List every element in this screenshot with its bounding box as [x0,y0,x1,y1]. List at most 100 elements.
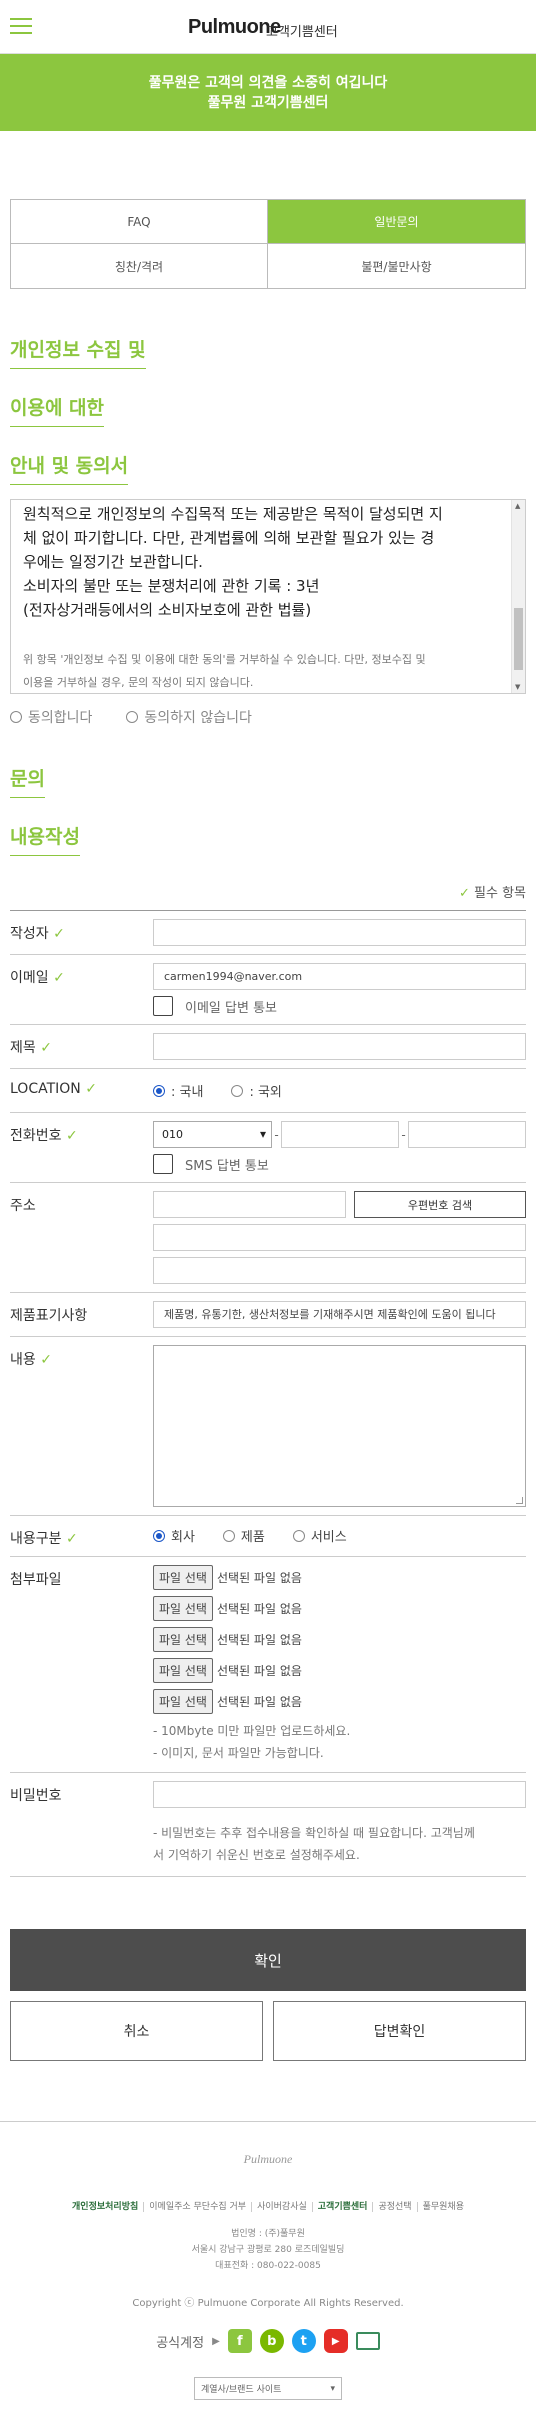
family-site-select[interactable]: 계열사/브랜드 사이트 ▾ [194,2377,342,2400]
terms-line: 소비자의 불만 또는 분쟁처리에 관한 기록 : 3년 [23,577,320,595]
address-detail-input[interactable] [153,1257,526,1284]
scroll-up-icon[interactable]: ▲ [515,502,520,510]
required-note: ✓ 필수 항목 [0,882,526,902]
category-company-option[interactable]: 회사 [153,1526,195,1545]
privacy-title-line3: 안내 및 동의서 [10,448,129,485]
privacy-terms-box[interactable]: 원칙적으로 개인정보의 수집목적 또는 제공받은 목적이 달성되면 지 체 없이… [10,499,526,694]
company-phone: 대표전화 : 080-022-0085 [215,2261,321,2271]
file-select-button[interactable]: 파일 선택 [153,1627,213,1652]
facebook-icon[interactable]: f [227,2329,252,2353]
address-input[interactable] [153,1224,526,1251]
cyber-audit-link[interactable]: 사이버감사실 [252,2202,313,2212]
family-site-label: 계열사/브랜드 사이트 [201,2385,282,2395]
file-select-button[interactable]: 파일 선택 [153,1689,213,1714]
file-select-button[interactable]: 파일 선택 [153,1658,213,1683]
phone-fields: 010 - - [153,1121,526,1148]
phone-prefix-select[interactable]: 010 [153,1121,272,1148]
disagree-option[interactable]: 동의하지 않습니다 [126,707,252,727]
zipcode-search-button[interactable]: 우편번호 검색 [354,1191,526,1218]
location-overseas-label: : 국외 [249,1085,282,1100]
privacy-title: 개인정보 수집 및 이용에 대한 안내 및 동의서 [10,325,536,499]
content-textarea[interactable] [153,1345,526,1507]
category-label-text: 내용구분 [10,1531,62,1547]
twitter-icon[interactable]: t [291,2329,316,2353]
category-company-radio[interactable] [153,1529,165,1542]
scroll-thumb[interactable] [514,608,523,670]
writer-input[interactable] [153,919,526,946]
file-status: 선택된 파일 없음 [216,1664,302,1678]
file-select-button[interactable]: 파일 선택 [153,1565,213,1590]
tab-general-inquiry[interactable]: 일반문의 [268,200,525,244]
email-refusal-link[interactable]: 이메일주소 무단수집 거부 [144,2202,253,2212]
row-phone: 전화번호 ✓ 010 - - SMS 답변 통보 [10,1113,526,1183]
confirm-button[interactable]: 확인 [10,1929,526,1991]
banner-line2: 풀무원 고객기쁨센터 [207,95,329,111]
agree-radio[interactable] [10,711,22,723]
email-reply-checkbox[interactable] [153,996,173,1016]
email-label: 이메일 ✓ [10,963,153,1016]
row-email: 이메일 ✓ carmen1994@naver.com 이메일 답변 통보 [10,955,526,1025]
check-icon: ✓ [53,970,65,986]
tab-complaint[interactable]: 불편/불만사항 [268,244,525,288]
subject-input[interactable] [153,1033,526,1060]
privacy-policy-link[interactable]: 개인정보처리방침 [67,2202,145,2212]
location-domestic-option[interactable]: : 국내 [153,1081,203,1100]
company-info: 법인명 : (주)풀무원 서울시 강남구 광평로 280 로즈데일빌딩 대표전화… [0,2226,536,2274]
scroll-down-icon[interactable]: ▼ [515,683,520,691]
phone-last-input[interactable] [408,1121,526,1148]
privacy-title-line2: 이용에 대한 [10,390,105,427]
location-options: : 국내 : 국외 [153,1077,526,1104]
category-product-option[interactable]: 제품 [222,1526,265,1545]
zipcode-input[interactable] [153,1191,346,1218]
disagree-radio[interactable] [126,711,139,723]
category-options: 회사 제품 서비스 [153,1524,526,1546]
customer-center-link[interactable]: 고객기쁨센터 [312,2202,374,2212]
terms-scrollbar[interactable]: ▲ ▼ [511,500,525,693]
terms-line: 원칙적으로 개인정보의 수집목적 또는 제공받은 목적이 달성되면 지 [23,505,443,523]
check-icon: ✓ [53,926,65,942]
blog-icon[interactable]: b [259,2329,284,2353]
agreement-options: 동의합니다 동의하지 않습니다 [10,706,536,728]
cancel-button[interactable]: 취소 [10,2001,263,2061]
hamburger-menu-icon[interactable] [10,18,32,34]
phone-middle-input[interactable] [281,1121,399,1148]
tab-praise[interactable]: 칭찬/격려 [11,244,268,288]
product-input[interactable]: 제품명, 유통기한, 생산처정보를 기재해주시면 제품확인에 도움이 됩니다 [153,1301,526,1328]
recruit-link[interactable]: 풀무원채용 [418,2202,469,2212]
banner: 풀무원은 고객의 의견을 소중히 여깁니다 풀무원 고객기쁨센터 [0,54,536,131]
writer-label-text: 작성자 [10,926,49,942]
row-attachment: 첨부파일 파일 선택 선택된 파일 없음 파일 선택 선택된 파일 없음 파일 선택… [10,1557,526,1773]
sms-reply-option[interactable]: SMS 답변 통보 [153,1154,526,1174]
inquiry-form: 작성자 ✓ 이메일 ✓ carmen1994@naver.com 이메일 답변 … [10,910,526,1877]
footer-logo: Pulmuone [243,2152,293,2166]
file-upload: 파일 선택 선택된 파일 없음 [153,1627,526,1652]
email-reply-option[interactable]: 이메일 답변 통보 [153,996,526,1016]
file-upload: 파일 선택 선택된 파일 없음 [153,1596,526,1621]
file-status: 선택된 파일 없음 [216,1602,302,1616]
check-reply-button[interactable]: 답변확인 [273,2001,526,2061]
youtube-icon[interactable]: ▶ [323,2329,348,2353]
file-select-button[interactable]: 파일 선택 [153,1596,213,1621]
disagree-label: 동의하지 않습니다 [144,710,252,726]
location-domestic-radio[interactable] [153,1085,165,1097]
agree-option[interactable]: 동의합니다 [10,707,92,727]
terms-line: 우에는 일정기간 보관합니다. [23,553,203,571]
location-overseas-option[interactable]: : 국외 [231,1081,282,1100]
file-upload: 파일 선택 선택된 파일 없음 [153,1658,526,1683]
tab-bar: FAQ 일반문의 칭찬/격려 불편/불만사항 [10,199,526,289]
email-input[interactable]: carmen1994@naver.com [153,963,526,990]
inquiry-title-line2: 내용작성 [10,819,80,856]
password-input[interactable] [153,1781,526,1808]
fair-choice-link[interactable]: 공정선택 [373,2202,418,2212]
terms-line: 체 없이 파기합니다. 다만, 관계법률에 의해 보관할 필요가 있는 경 [23,529,435,547]
sms-reply-checkbox[interactable] [153,1154,173,1174]
category-service-option[interactable]: 서비스 [292,1526,347,1545]
category-service-radio[interactable] [292,1529,305,1542]
password-hint: - 비밀번호는 추후 접수내용을 확인하실 때 필요합니다. 고객님께 [153,1826,475,1840]
category-product-radio[interactable] [222,1529,235,1542]
tab-faq[interactable]: FAQ [11,200,268,244]
location-overseas-radio[interactable] [231,1085,244,1097]
privacy-note: 위 항목 '개인정보 수집 및 이용에 대한 동의'를 거부하실 수 있습니다.… [11,622,525,693]
content-label-text: 내용 [10,1352,36,1368]
writer-label: 작성자 ✓ [10,919,153,946]
